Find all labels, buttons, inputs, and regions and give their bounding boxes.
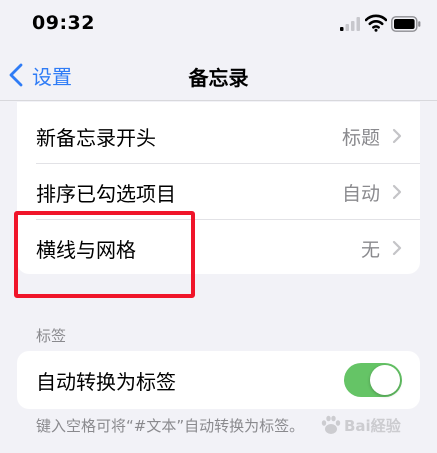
- chevron-right-icon: [392, 184, 402, 200]
- toggle-knob: [370, 365, 400, 395]
- watermark: Bai経验: [318, 410, 433, 440]
- row-new-note-start[interactable]: 新备忘录开头 标题: [17, 108, 420, 164]
- status-time: 09:32: [32, 12, 95, 34]
- nav-separator: [0, 100, 437, 101]
- row-label: 排序已勾选项目: [36, 182, 176, 206]
- tags-settings-group: 自动转换为标签: [17, 351, 420, 409]
- chevron-right-icon: [392, 128, 402, 144]
- page-title: 备忘录: [188, 66, 249, 90]
- auto-convert-tags-toggle[interactable]: [344, 363, 402, 397]
- chevron-right-icon: [392, 240, 402, 256]
- tags-footer-text: 键入空格可将“#文本”自动转换为标签。: [36, 417, 305, 435]
- cellular-signal-icon: [340, 17, 360, 31]
- battery-icon: [391, 16, 421, 32]
- row-value: 标题: [341, 127, 380, 149]
- nav-bar: 设置 备忘录: [0, 50, 437, 100]
- row-value: 无: [360, 239, 380, 261]
- row-label: 新备忘录开头: [36, 126, 156, 150]
- baidu-paw-icon: [321, 415, 341, 434]
- status-bar: 09:32: [0, 0, 437, 50]
- wifi-icon: [365, 14, 387, 32]
- section-header-tags: 标签: [36, 327, 67, 345]
- auto-convert-tags-label: 自动转换为标签: [36, 370, 176, 394]
- row-value: 自动: [341, 183, 380, 205]
- highlight-annotation-box: [14, 211, 195, 298]
- watermark-text: Bai経验: [344, 416, 401, 435]
